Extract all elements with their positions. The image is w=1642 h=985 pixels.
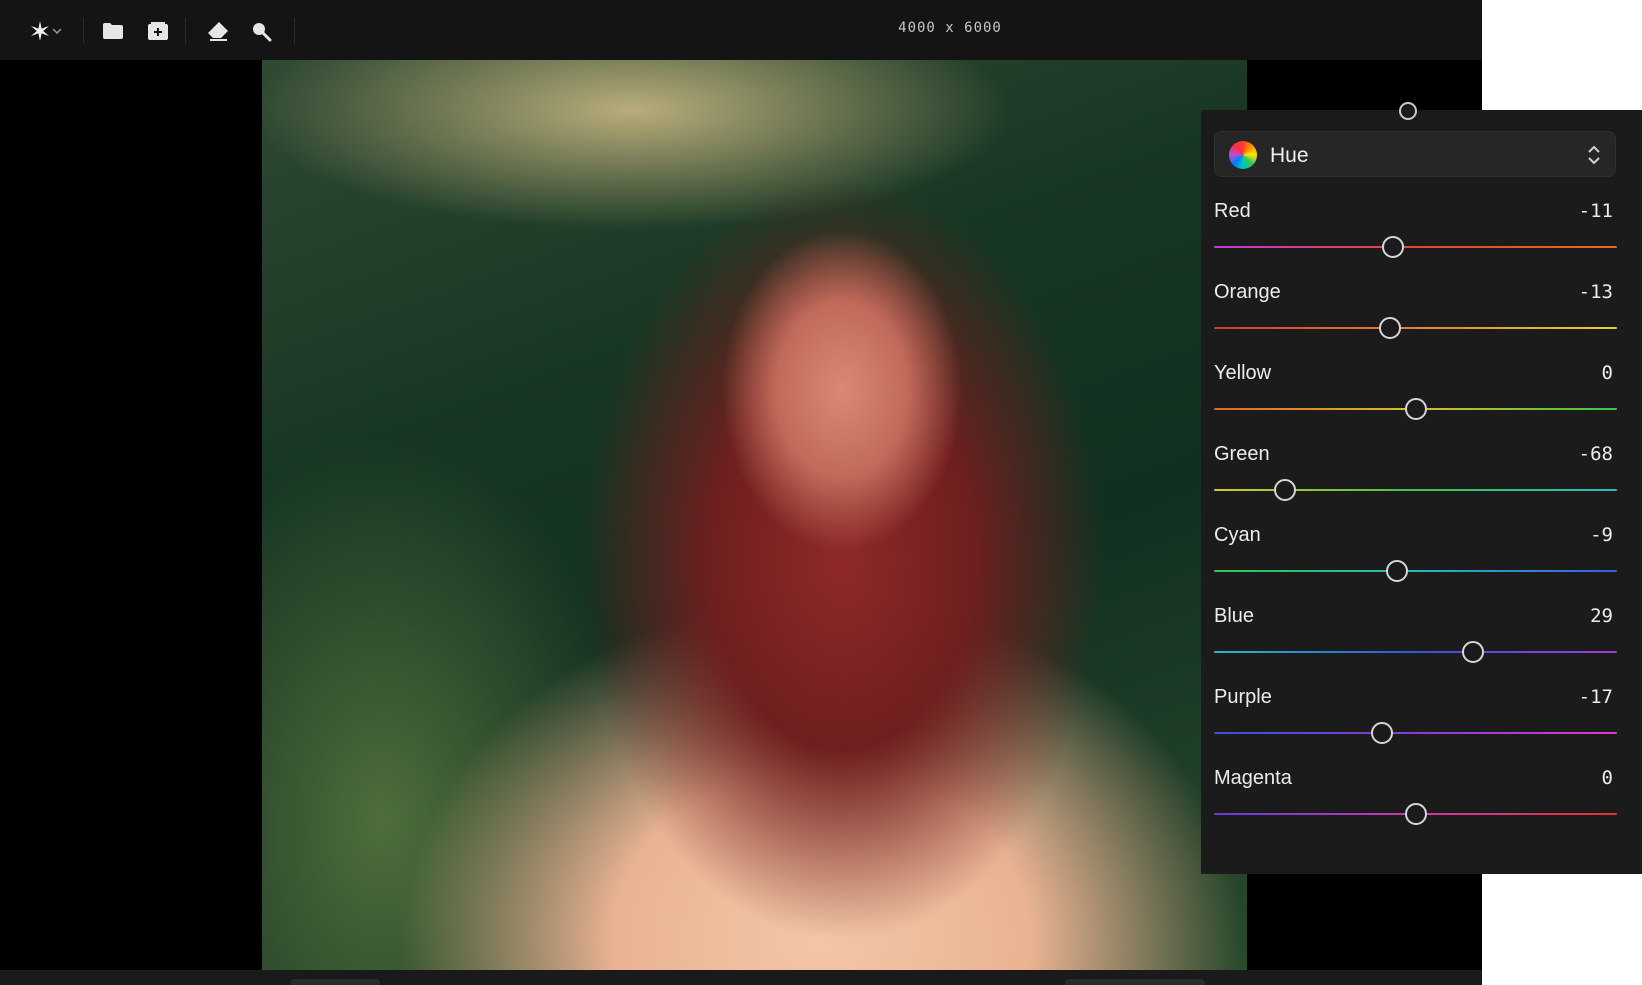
- slider-knob[interactable]: [1404, 803, 1427, 825]
- toolbar-separator: [185, 18, 186, 44]
- slider-value[interactable]: -9: [1590, 524, 1613, 546]
- slider-row-red: Red -11: [1214, 200, 1617, 277]
- slider-knob[interactable]: [1462, 641, 1485, 663]
- slider-label: Orange: [1214, 281, 1281, 303]
- top-toolbar: 4000 x 6000: [0, 0, 1482, 60]
- slider-track[interactable]: [1214, 651, 1617, 653]
- slider-label: Red: [1214, 200, 1251, 222]
- slider-row-purple: Purple -17: [1214, 686, 1617, 763]
- slider-track[interactable]: [1214, 246, 1617, 248]
- slider-row-orange: Orange -13: [1214, 281, 1617, 358]
- photo-canvas[interactable]: [262, 60, 1247, 970]
- slider-knob[interactable]: [1404, 398, 1427, 420]
- slider-knob[interactable]: [1371, 722, 1394, 744]
- add-image-icon[interactable]: [143, 16, 173, 46]
- slider-track[interactable]: [1214, 327, 1617, 329]
- slider-knob[interactable]: [1379, 317, 1402, 339]
- color-adjustment-panel: Hue Red -11 Orange -13 Yellow 0 Green -68 Cyan -9…: [1201, 102, 1642, 874]
- slider-track[interactable]: [1214, 570, 1617, 572]
- slider-label: Cyan: [1214, 524, 1261, 546]
- slider-label: Magenta: [1214, 767, 1292, 789]
- image-dimensions: 4000 x 6000: [898, 20, 1002, 36]
- slider-label: Green: [1214, 443, 1270, 465]
- toolbar-separator: [83, 18, 84, 44]
- slider-row-cyan: Cyan -9: [1214, 524, 1617, 601]
- slider-knob[interactable]: [1399, 102, 1417, 120]
- slider-value[interactable]: -13: [1579, 281, 1613, 303]
- slider-value[interactable]: -11: [1579, 200, 1613, 222]
- bottom-bar: [0, 970, 1482, 985]
- slider-row-green: Green -68: [1214, 443, 1617, 520]
- chevron-up-down-icon: [1588, 145, 1600, 165]
- bottom-control[interactable]: [1065, 979, 1205, 985]
- color-wheel-icon: [1229, 141, 1257, 169]
- slider-knob[interactable]: [1273, 479, 1296, 501]
- toolbar-separator: [294, 18, 295, 44]
- slider-row-magenta: Magenta 0: [1214, 767, 1617, 844]
- mode-select-label: Hue: [1270, 144, 1309, 167]
- slider-row-blue: Blue 29: [1214, 605, 1617, 682]
- chevron-down-icon[interactable]: [50, 16, 64, 46]
- eraser-icon[interactable]: [203, 16, 233, 46]
- slider-label: Purple: [1214, 686, 1272, 708]
- slider-row-yellow: Yellow 0: [1214, 362, 1617, 439]
- slider-value[interactable]: 0: [1602, 362, 1613, 384]
- slider-track[interactable]: [1214, 732, 1617, 734]
- zoom-icon[interactable]: [246, 16, 276, 46]
- slider-value[interactable]: -68: [1579, 443, 1613, 465]
- slider-knob[interactable]: [1382, 236, 1405, 258]
- folder-icon[interactable]: [98, 16, 128, 46]
- bottom-control[interactable]: [290, 979, 380, 985]
- slider-value[interactable]: 29: [1590, 605, 1613, 627]
- slider-value[interactable]: -17: [1579, 686, 1613, 708]
- slider-value[interactable]: 0: [1602, 767, 1613, 789]
- slider-label: Yellow: [1214, 362, 1272, 384]
- mode-select[interactable]: Hue: [1214, 131, 1616, 177]
- slider-label: Blue: [1214, 605, 1255, 627]
- slider-knob[interactable]: [1386, 560, 1409, 582]
